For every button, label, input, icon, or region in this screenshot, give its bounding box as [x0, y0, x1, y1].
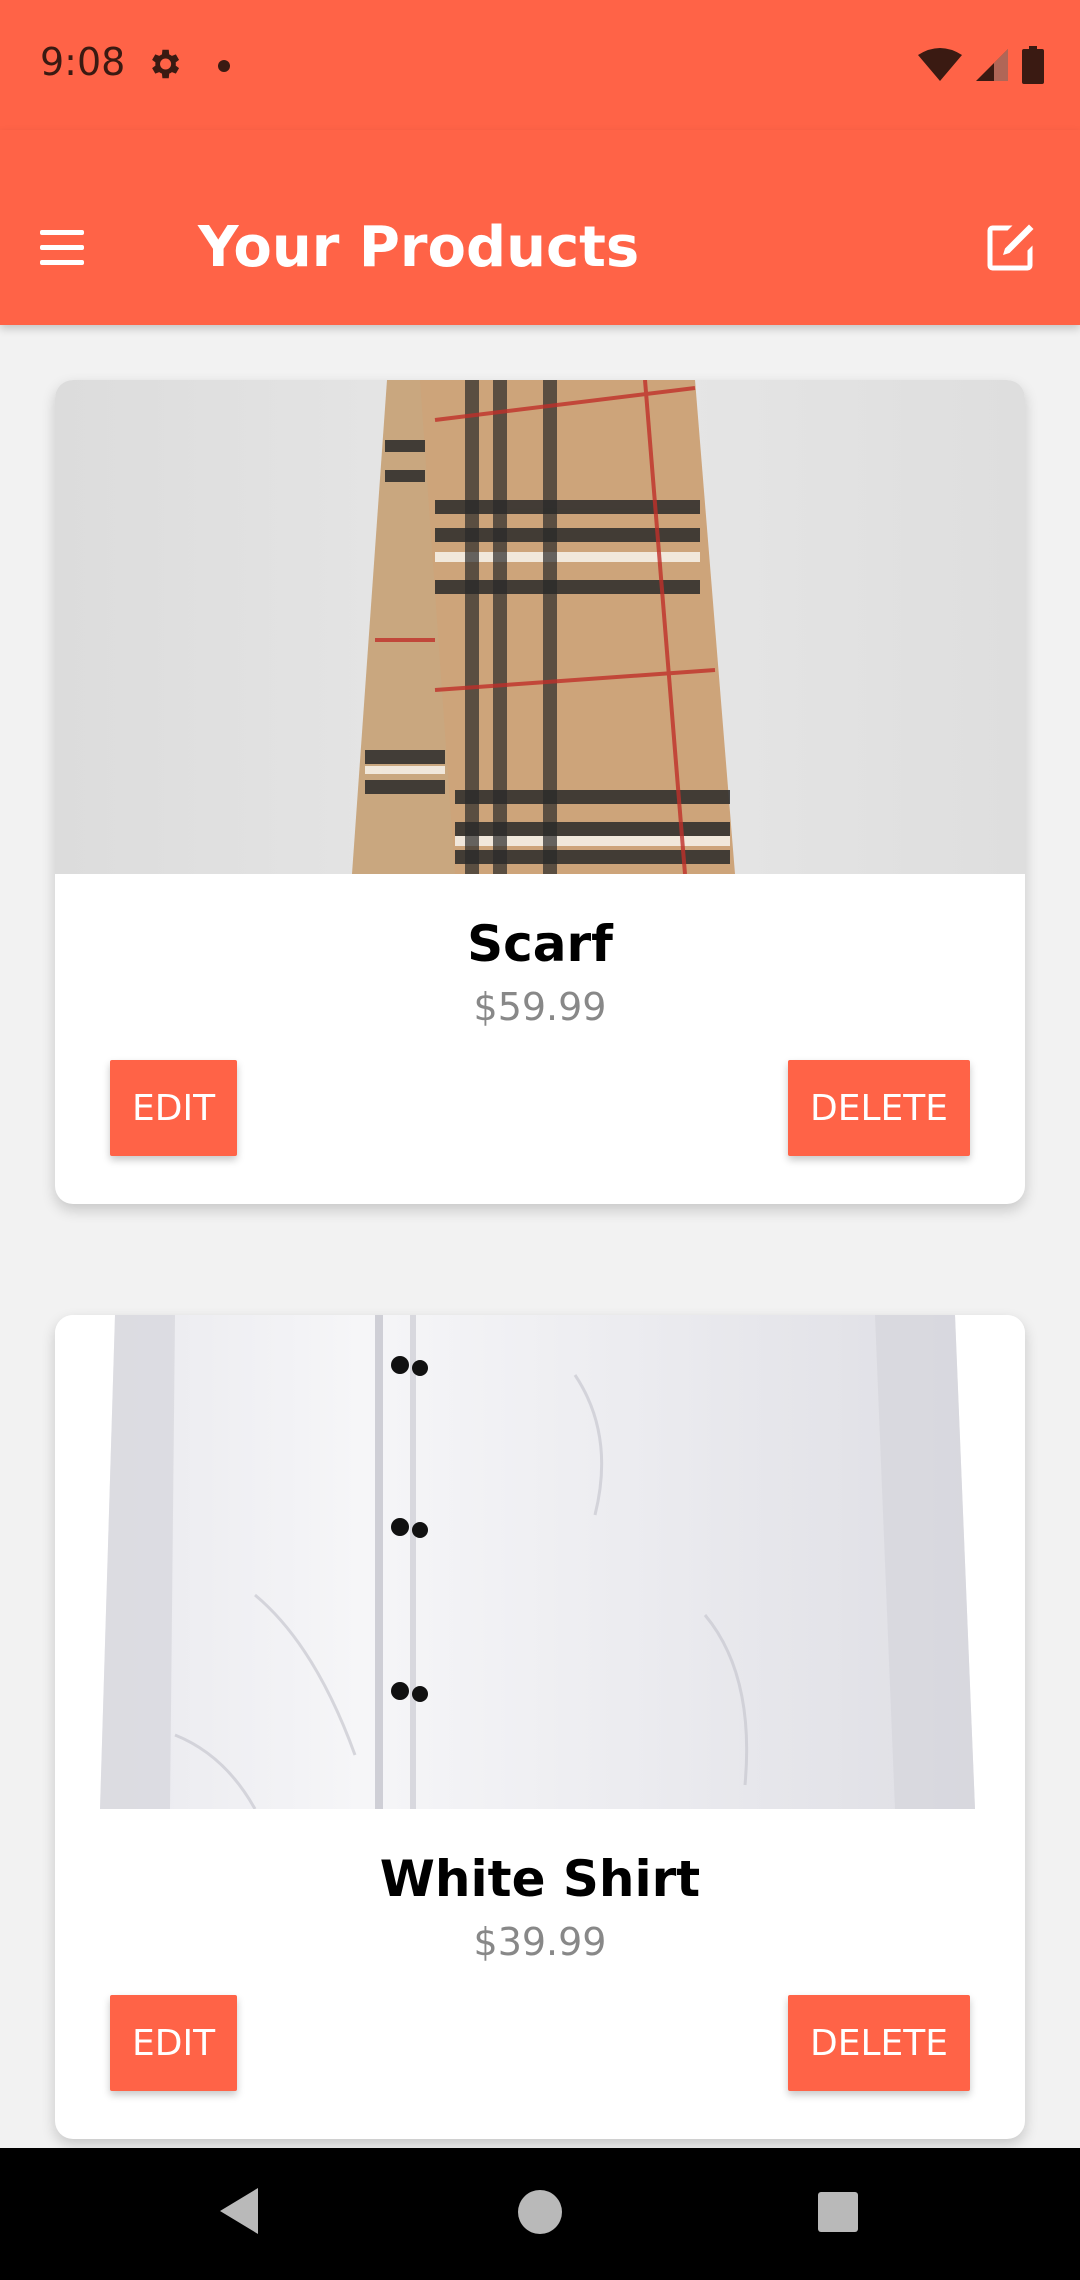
status-bar: 9:08: [0, 0, 1080, 130]
menu-icon[interactable]: [40, 230, 84, 266]
delete-button[interactable]: DELETE: [787, 1995, 970, 2091]
notification-dot-icon: [218, 60, 230, 72]
edit-icon[interactable]: [980, 218, 1040, 278]
product-actions: EDIT DELETE: [55, 1965, 1025, 2115]
edit-button[interactable]: EDIT: [110, 1995, 238, 2091]
app-bar: Your Products: [0, 130, 1080, 325]
edit-button[interactable]: EDIT: [110, 1060, 238, 1156]
status-time: 9:08: [40, 40, 126, 84]
product-title: Scarf: [467, 915, 613, 973]
delete-button[interactable]: DELETE: [787, 1060, 970, 1156]
status-icons: [918, 46, 1044, 84]
product-card: Scarf $59.99 EDIT DELETE: [55, 380, 1025, 1204]
page-title: Your Products: [198, 215, 640, 280]
product-actions: EDIT DELETE: [55, 1030, 1025, 1180]
product-image-scarf: [55, 380, 1025, 874]
cellular-signal-icon: [976, 49, 1008, 81]
phone-screen: 9:08 Your Products Scarf $59.99 EDIT DEL…: [0, 0, 1080, 2280]
product-title: White Shirt: [379, 1850, 701, 1908]
product-image-white-shirt: [55, 1315, 1025, 1809]
product-price: $59.99: [473, 985, 607, 1029]
product-card: White Shirt $39.99 EDIT DELETE: [55, 1315, 1025, 2139]
battery-icon: [1022, 46, 1044, 84]
home-icon[interactable]: [518, 2190, 562, 2234]
system-navigation-bar: [0, 2148, 1080, 2280]
back-icon[interactable]: [218, 2186, 262, 2236]
recent-apps-icon[interactable]: [818, 2192, 858, 2232]
wifi-icon: [918, 48, 962, 81]
product-price: $39.99: [473, 1920, 607, 1964]
settings-gear-icon: [152, 49, 180, 79]
